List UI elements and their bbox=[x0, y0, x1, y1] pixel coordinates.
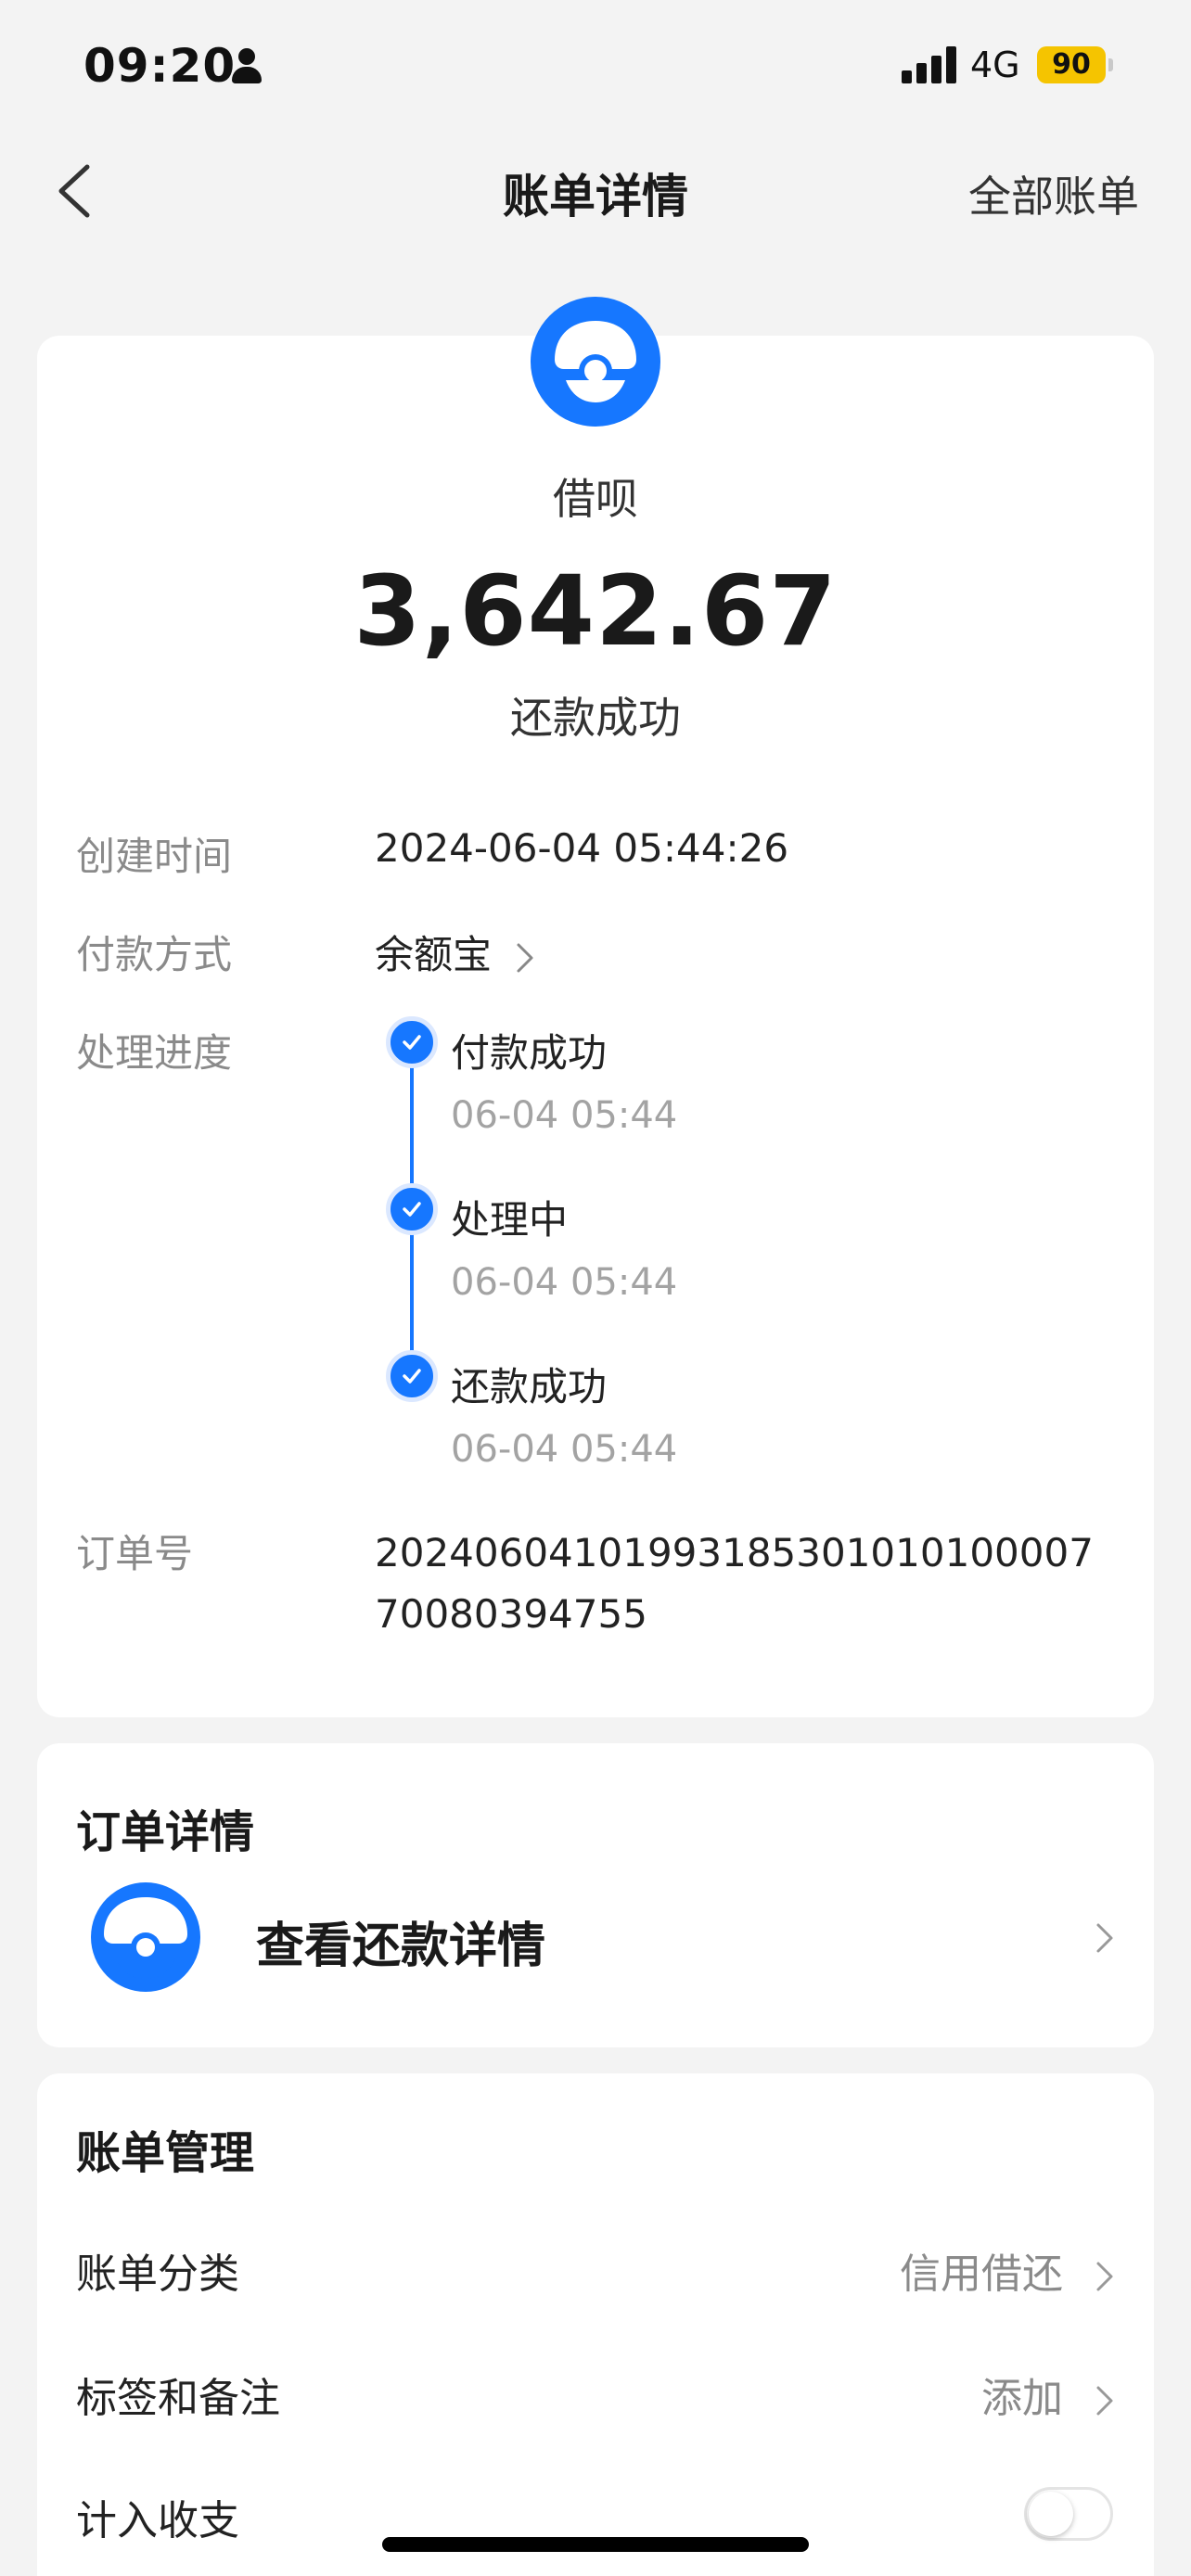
check-icon bbox=[386, 1016, 438, 1068]
bill-category-text: 信用借还 bbox=[900, 2251, 1063, 2298]
check-icon bbox=[386, 1183, 438, 1235]
progress-step-title: 付款成功 bbox=[451, 1030, 608, 1076]
chevron-right-icon bbox=[1096, 2386, 1113, 2416]
progress-step-time: 06-04 05:44 bbox=[451, 1261, 678, 1304]
progress-step-title: 处理中 bbox=[451, 1197, 569, 1243]
bill-management-title: 账单管理 bbox=[76, 2127, 255, 2179]
app-name: 借呗 bbox=[553, 474, 638, 524]
tags-notes-text: 添加 bbox=[981, 2375, 1063, 2422]
include-in-ledger-label: 计入收支 bbox=[76, 2497, 239, 2544]
progress-step-time: 06-04 05:44 bbox=[451, 1094, 678, 1137]
nav-bar: 账单详情 全部账单 bbox=[0, 139, 1191, 241]
chevron-right-icon bbox=[1096, 2262, 1113, 2291]
created-time-label: 创建时间 bbox=[76, 834, 233, 879]
created-time-value: 2024-06-04 05:44:26 bbox=[375, 825, 789, 871]
tags-notes-label: 标签和备注 bbox=[76, 2375, 280, 2422]
bill-management-card: 账单管理 账单分类 信用借还 标签和备注 添加 计入收支 bbox=[37, 2073, 1154, 2576]
bill-detail-page: 09:20 4G 90 账单详情 全部账单 借呗 3,642.67 还款成功 创… bbox=[0, 0, 1191, 2576]
payment-method-label: 付款方式 bbox=[76, 932, 233, 977]
progress-step-time: 06-04 05:44 bbox=[451, 1428, 678, 1471]
bill-amount: 3,642.67 bbox=[353, 555, 838, 668]
person-icon bbox=[230, 48, 263, 85]
order-details-title: 订单详情 bbox=[76, 1806, 255, 1858]
status-time: 09:20 bbox=[83, 39, 237, 93]
chevron-right-icon[interactable] bbox=[1093, 1919, 1117, 1957]
bill-category-value[interactable]: 信用借还 bbox=[900, 2240, 1117, 2300]
toggle-knob bbox=[1029, 2492, 1073, 2536]
progress-label: 处理进度 bbox=[76, 1030, 233, 1076]
order-number-label: 订单号 bbox=[76, 1531, 194, 1576]
chevron-right-icon bbox=[517, 943, 533, 972]
check-icon bbox=[386, 1350, 438, 1402]
tags-notes-add[interactable]: 添加 bbox=[981, 2365, 1117, 2424]
all-bills-link[interactable]: 全部账单 bbox=[968, 163, 1139, 224]
progress-step-title: 还款成功 bbox=[451, 1364, 608, 1409]
bill-summary-card: 借呗 3,642.67 还款成功 创建时间 2024-06-04 05:44:2… bbox=[37, 297, 1154, 1717]
network-type: 4G bbox=[970, 45, 1020, 85]
payment-method-value: 余额宝 bbox=[375, 932, 493, 977]
view-repayment-details-link[interactable]: 查看还款详情 bbox=[256, 1906, 545, 1976]
status-bar: 09:20 4G 90 bbox=[0, 0, 1191, 130]
order-details-card: 订单详情 查看还款详情 bbox=[37, 1743, 1154, 2047]
signal-icon bbox=[902, 46, 959, 83]
include-in-ledger-toggle[interactable] bbox=[1024, 2487, 1113, 2541]
jiebei-logo-icon bbox=[531, 297, 660, 427]
battery-icon: 90 bbox=[1037, 46, 1113, 83]
bill-status: 还款成功 bbox=[510, 693, 681, 743]
bill-category-label: 账单分类 bbox=[76, 2251, 239, 2298]
payment-method-link[interactable]: 余额宝 bbox=[375, 924, 537, 980]
order-number-value: 2024060410199318530101010000770080394755 bbox=[375, 1530, 1094, 1637]
jiebei-logo-icon bbox=[91, 1882, 200, 1992]
battery-level: 90 bbox=[1052, 48, 1091, 81]
home-indicator[interactable] bbox=[382, 2537, 809, 2552]
